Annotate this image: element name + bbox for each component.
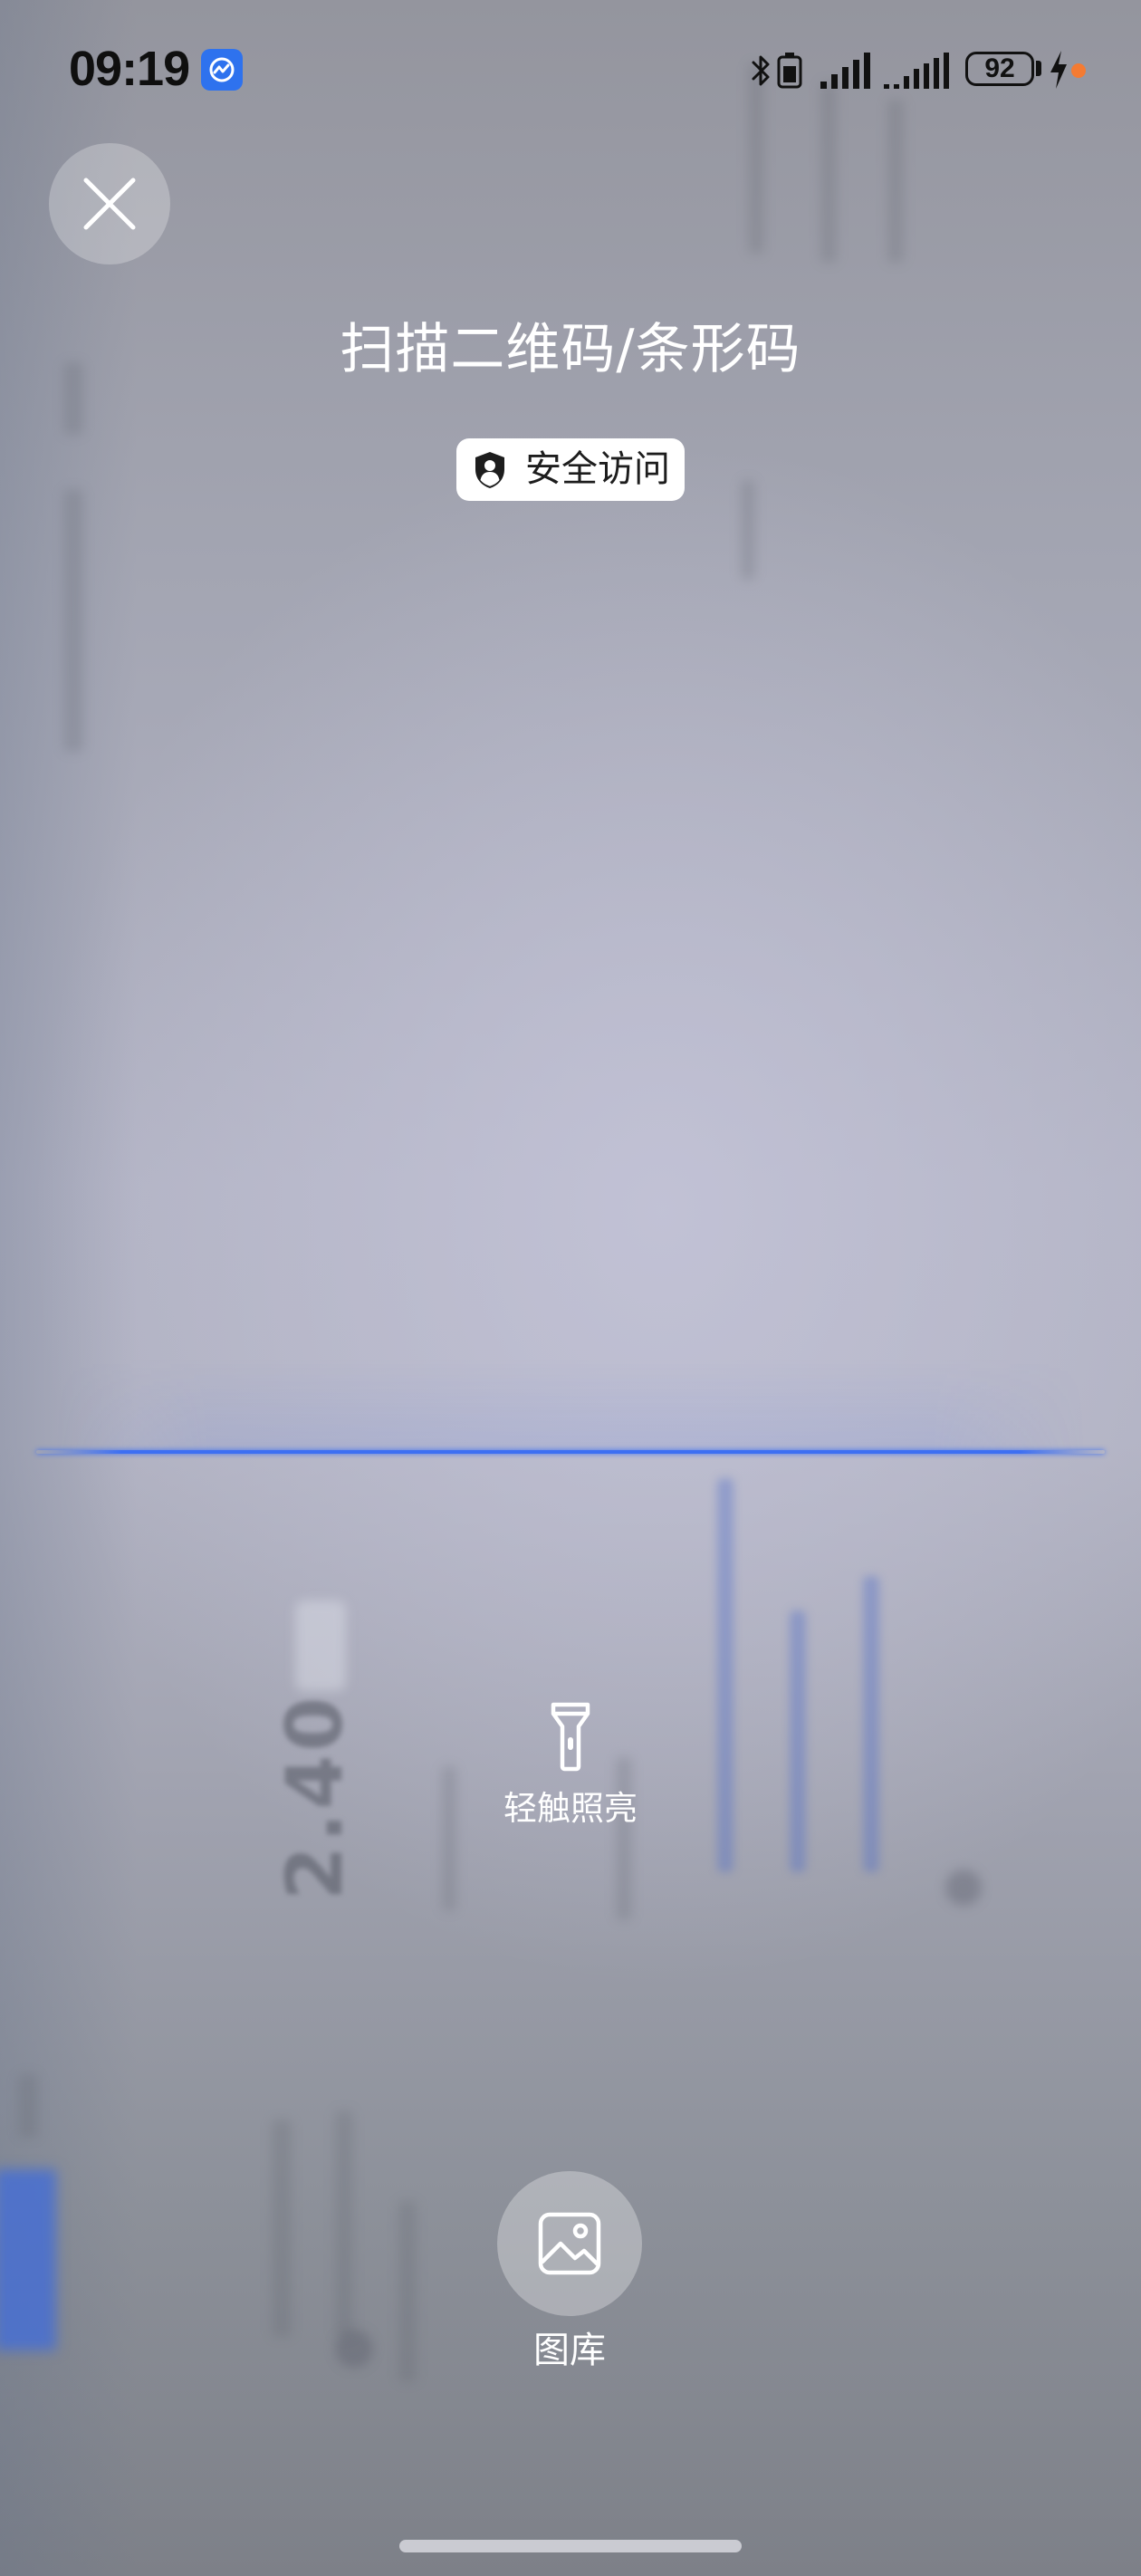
charging-icon (1050, 51, 1067, 89)
camera-feed-blur (335, 2330, 373, 2368)
battery-icon: 92 (965, 52, 1034, 86)
chart-icon (209, 57, 235, 82)
page-title: 扫描二维码/条形码 (340, 318, 801, 381)
close-icon (83, 178, 136, 230)
camera-feed-blur (0, 2169, 56, 2350)
secure-access-badge: 安全访问 (456, 438, 685, 501)
camera-feed-blur (741, 480, 755, 580)
camera-feed-blur (820, 82, 837, 263)
signal-icon (884, 53, 949, 89)
flashlight-label: 轻触照亮 (503, 1789, 638, 1828)
gallery-button[interactable] (497, 2171, 642, 2316)
camera-feed-blur (887, 100, 904, 263)
camera-feed-blur (945, 1870, 982, 1906)
device-battery-icon (777, 53, 802, 89)
camera-feed-blur (790, 1610, 806, 1872)
camera-feed-blur (442, 1766, 456, 1911)
camera-feed-blur (18, 2074, 38, 2138)
home-indicator[interactable] (399, 2540, 742, 2552)
camera-feed-blur (717, 1478, 734, 1872)
camera-feed-text: 2.40 (270, 1693, 360, 1900)
flashlight-toggle[interactable]: 轻触照亮 (480, 1701, 661, 1846)
notification-dot (1071, 63, 1086, 78)
signal-icon (820, 53, 870, 89)
shield-user-icon (475, 451, 504, 488)
camera-feed-blur (272, 2119, 292, 2337)
bluetooth-icon (752, 55, 770, 86)
scan-app-icon (201, 49, 243, 91)
flashlight-icon (551, 1702, 590, 1772)
camera-feed-blur (863, 1576, 879, 1872)
gallery-label: 图库 (533, 2330, 606, 2371)
camera-feed-blur (63, 489, 83, 752)
battery-level: 92 (984, 53, 1015, 83)
camera-feed-blur (398, 2201, 417, 2382)
status-time: 09:19 (69, 42, 190, 96)
camera-feed-blur (295, 1600, 346, 1691)
scan-line-glow (54, 1359, 1087, 1451)
battery-nub (1036, 61, 1041, 76)
camera-feed-blur (748, 63, 764, 254)
image-icon (538, 2212, 601, 2275)
badge-label: 安全访问 (525, 448, 670, 490)
scan-line (36, 1450, 1105, 1454)
close-button[interactable] (49, 143, 170, 264)
camera-feed-blur (335, 2110, 353, 2337)
